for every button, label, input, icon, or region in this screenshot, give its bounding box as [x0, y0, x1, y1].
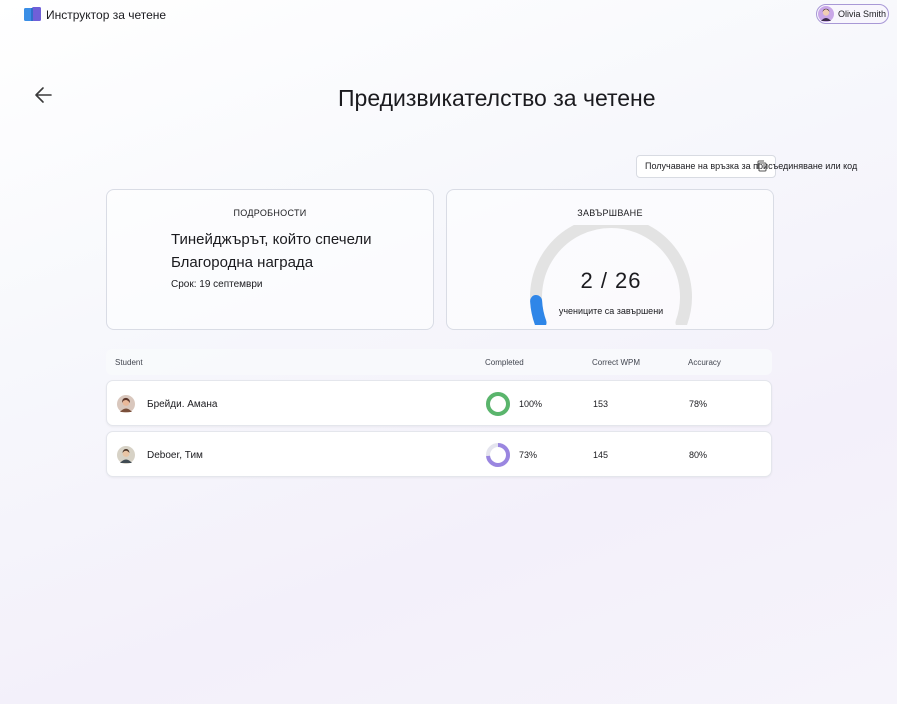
completed-value: 73% — [519, 450, 538, 460]
completion-ring — [486, 443, 510, 467]
completed-value: 100% — [519, 399, 543, 409]
completion-card: ЗАВЪРШВАНЕ 2 / 26 учениците са завършени — [446, 189, 774, 330]
column-header-completed[interactable]: Completed — [485, 358, 524, 367]
details-heading: ПОДРОБНОСТИ — [233, 208, 307, 218]
table-row[interactable]: Брейди. Амана 100% 153 78% — [106, 380, 772, 426]
due-date: Срок: 19 септември — [171, 279, 263, 290]
back-arrow-icon[interactable] — [32, 84, 56, 106]
user-name: Olivia Smith — [838, 9, 887, 19]
accuracy-value: 78% — [689, 399, 708, 409]
column-header-student[interactable]: Student — [115, 358, 143, 367]
table-header: Student Completed Correct WPM Accuracy — [106, 349, 772, 375]
get-join-link-button[interactable]: Получаване на връзка за присъединяване и… — [636, 155, 857, 178]
student-avatar — [117, 446, 135, 464]
story-title: Тинейджърът, който спечели Благородна на… — [171, 231, 372, 271]
accuracy-value: 80% — [689, 450, 708, 460]
book-icon — [24, 7, 41, 21]
column-header-correct-wpm[interactable]: Correct WPM — [592, 358, 640, 367]
student-name: Deboer, Тим — [147, 450, 203, 461]
app-title: Инструктор за четене — [46, 8, 167, 22]
completion-value: 2 / 26 — [580, 268, 642, 293]
student-avatar — [117, 395, 135, 413]
student-name: Брейди. Амана — [147, 399, 218, 410]
wpm-value: 153 — [593, 399, 609, 409]
user-account-button[interactable]: Olivia Smith — [816, 4, 889, 24]
page-title: Предизвикателство за четене — [338, 85, 656, 111]
completion-caption: учениците са завършени — [558, 306, 664, 316]
wpm-value: 145 — [593, 450, 609, 460]
completion-ring — [486, 392, 510, 416]
completion-heading: ЗАВЪРШВАНЕ — [577, 208, 643, 218]
user-avatar — [818, 6, 834, 22]
column-header-accuracy[interactable]: Accuracy — [688, 358, 721, 367]
completion-ring-fill — [486, 392, 510, 416]
copy-icon[interactable] — [756, 160, 768, 172]
table-row[interactable]: Deboer, Тим 73% 145 80% — [106, 431, 772, 477]
details-card: ПОДРОБНОСТИ Тинейджърът, който спечели Б… — [106, 189, 434, 330]
top-bar: Инструктор за четене Olivia Smith — [0, 0, 897, 30]
